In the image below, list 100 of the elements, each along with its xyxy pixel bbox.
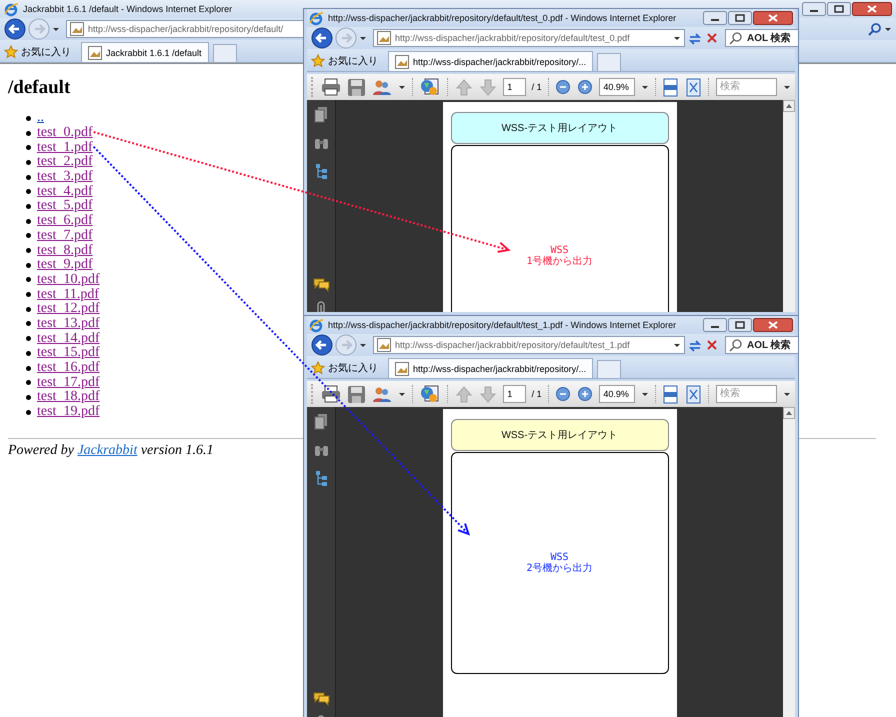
fit-page-icon[interactable] bbox=[685, 78, 702, 96]
file-link[interactable]: test_8.pdf bbox=[37, 244, 93, 258]
file-link[interactable]: test_5.pdf bbox=[37, 199, 93, 214]
file-link[interactable]: .. bbox=[37, 111, 44, 126]
back-button[interactable] bbox=[311, 334, 333, 356]
file-link[interactable]: test_17.pdf bbox=[37, 376, 100, 390]
favorites-button[interactable]: お気に入り bbox=[311, 51, 384, 71]
file-link[interactable]: test_4.pdf bbox=[37, 184, 93, 199]
scrollbar[interactable] bbox=[783, 100, 795, 312]
dropdown-caret-icon[interactable] bbox=[782, 390, 791, 398]
file-link[interactable]: test_3.pdf bbox=[37, 170, 93, 184]
comments-icon[interactable] bbox=[312, 691, 330, 706]
favorites-button[interactable]: お気に入り bbox=[311, 358, 384, 378]
dropdown-caret-icon[interactable] bbox=[398, 83, 406, 91]
fit-page-icon[interactable] bbox=[685, 384, 702, 404]
dropdown-caret-icon[interactable] bbox=[884, 25, 892, 33]
maximize-button[interactable] bbox=[728, 11, 752, 25]
zoom-out-icon[interactable] bbox=[555, 386, 572, 402]
file-link[interactable]: test_12.pdf bbox=[37, 302, 100, 316]
pages-icon[interactable] bbox=[314, 106, 328, 123]
print-icon[interactable] bbox=[320, 384, 341, 404]
dropdown-caret-icon[interactable] bbox=[673, 34, 681, 42]
bullet-icon bbox=[26, 145, 31, 150]
back-button[interactable] bbox=[4, 18, 26, 40]
file-link[interactable]: test_7.pdf bbox=[37, 228, 93, 243]
pages-icon[interactable] bbox=[314, 413, 328, 430]
fit-width-icon[interactable] bbox=[662, 384, 680, 404]
fit-width-icon[interactable] bbox=[662, 78, 680, 96]
browser-tab[interactable]: http://wss-dispacher/jackrabbit/repository/... bbox=[388, 51, 594, 71]
zoom-field[interactable]: 40.9% bbox=[599, 78, 635, 96]
maximize-button[interactable] bbox=[728, 318, 752, 332]
bookmarks-icon[interactable] bbox=[314, 163, 328, 180]
bullet-icon bbox=[26, 350, 31, 356]
paperclip-icon[interactable] bbox=[315, 300, 327, 312]
close-button[interactable] bbox=[852, 2, 892, 16]
search-icon[interactable] bbox=[868, 22, 882, 36]
bullet-icon bbox=[26, 394, 31, 400]
bookmarks-icon[interactable] bbox=[314, 470, 328, 487]
dropdown-caret-icon[interactable] bbox=[398, 390, 406, 398]
save-icon[interactable] bbox=[346, 384, 366, 404]
zoom-in-icon[interactable] bbox=[577, 79, 594, 95]
refresh-button[interactable] bbox=[687, 31, 703, 45]
search-field[interactable]: AOL 検索 bbox=[725, 336, 798, 354]
star-icon bbox=[311, 54, 325, 68]
close-button[interactable] bbox=[753, 11, 793, 25]
file-link[interactable]: test_18.pdf bbox=[37, 390, 100, 404]
scrollbar[interactable] bbox=[783, 407, 795, 717]
browser-tab[interactable]: http://wss-dispacher/jackrabbit/repository/... bbox=[388, 358, 594, 378]
globe-icon[interactable] bbox=[419, 77, 442, 97]
back-button[interactable] bbox=[311, 27, 333, 49]
file-link[interactable]: test_10.pdf bbox=[37, 272, 100, 287]
scroll-up-icon[interactable] bbox=[783, 407, 795, 419]
scroll-up-icon[interactable] bbox=[783, 100, 795, 112]
comments-icon[interactable] bbox=[312, 277, 330, 292]
stop-button[interactable] bbox=[705, 338, 719, 352]
file-link[interactable]: test_16.pdf bbox=[37, 361, 100, 376]
dropdown-caret-icon[interactable] bbox=[782, 83, 791, 91]
minimize-button[interactable] bbox=[802, 2, 826, 16]
people-icon[interactable] bbox=[372, 384, 392, 404]
browser-tab[interactable]: Jackrabbit 1.6.1 /default bbox=[81, 42, 209, 62]
file-link[interactable]: test_0.pdf bbox=[37, 126, 93, 140]
file-link[interactable]: test_13.pdf bbox=[37, 316, 100, 331]
page-number-field[interactable]: 1 bbox=[503, 385, 526, 403]
address-bar[interactable]: http://wss-dispacher/jackrabbit/repository/default/test_1.pdf bbox=[373, 336, 685, 354]
address-bar[interactable]: http://wss-dispacher/jackrabbit/repository/default/ bbox=[66, 20, 306, 38]
address-bar[interactable]: http://wss-dispacher/jackrabbit/repository/default/test_0.pdf bbox=[373, 29, 685, 47]
stop-button[interactable] bbox=[705, 31, 719, 45]
favorites-button[interactable]: お気に入り bbox=[4, 42, 77, 62]
zoom-in-icon[interactable] bbox=[577, 386, 594, 402]
file-link[interactable]: test_14.pdf bbox=[37, 332, 100, 346]
globe-icon[interactable] bbox=[419, 384, 442, 404]
search-field[interactable]: AOL 検索 bbox=[725, 29, 798, 47]
zoom-field[interactable]: 40.9% bbox=[599, 385, 635, 403]
file-link[interactable]: test_9.pdf bbox=[37, 258, 93, 272]
output-message: 1号機から出力 bbox=[526, 256, 593, 267]
zoom-out-icon[interactable] bbox=[555, 79, 572, 95]
page-number-field[interactable]: 1 bbox=[503, 78, 526, 96]
dropdown-caret-icon[interactable] bbox=[359, 34, 367, 42]
dropdown-caret-icon[interactable] bbox=[359, 341, 367, 349]
dropdown-caret-icon[interactable] bbox=[52, 25, 60, 33]
refresh-button[interactable] bbox=[687, 338, 703, 352]
footer-link[interactable]: Jackrabbit bbox=[77, 443, 138, 458]
people-icon[interactable] bbox=[372, 78, 392, 96]
file-link[interactable]: test_19.pdf bbox=[37, 405, 100, 420]
window-title: http://wss-dispacher/jackrabbit/repository/default/test_0.pdf - Windows Internet Explorer bbox=[328, 13, 676, 23]
close-button[interactable] bbox=[753, 318, 793, 332]
save-icon[interactable] bbox=[346, 78, 366, 96]
print-icon[interactable] bbox=[320, 77, 341, 97]
file-link[interactable]: test_2.pdf bbox=[37, 155, 93, 170]
file-link[interactable]: test_1.pdf bbox=[37, 140, 93, 155]
dropdown-caret-icon[interactable] bbox=[640, 390, 649, 398]
maximize-button[interactable] bbox=[827, 2, 851, 16]
file-link[interactable]: test_6.pdf bbox=[37, 214, 93, 228]
dropdown-caret-icon[interactable] bbox=[673, 341, 681, 349]
minimize-button[interactable] bbox=[703, 318, 727, 332]
bullet-icon bbox=[26, 130, 31, 136]
file-link[interactable]: test_15.pdf bbox=[37, 346, 100, 360]
file-link[interactable]: test_11.pdf bbox=[37, 288, 100, 302]
dropdown-caret-icon[interactable] bbox=[640, 83, 649, 91]
minimize-button[interactable] bbox=[703, 11, 727, 25]
